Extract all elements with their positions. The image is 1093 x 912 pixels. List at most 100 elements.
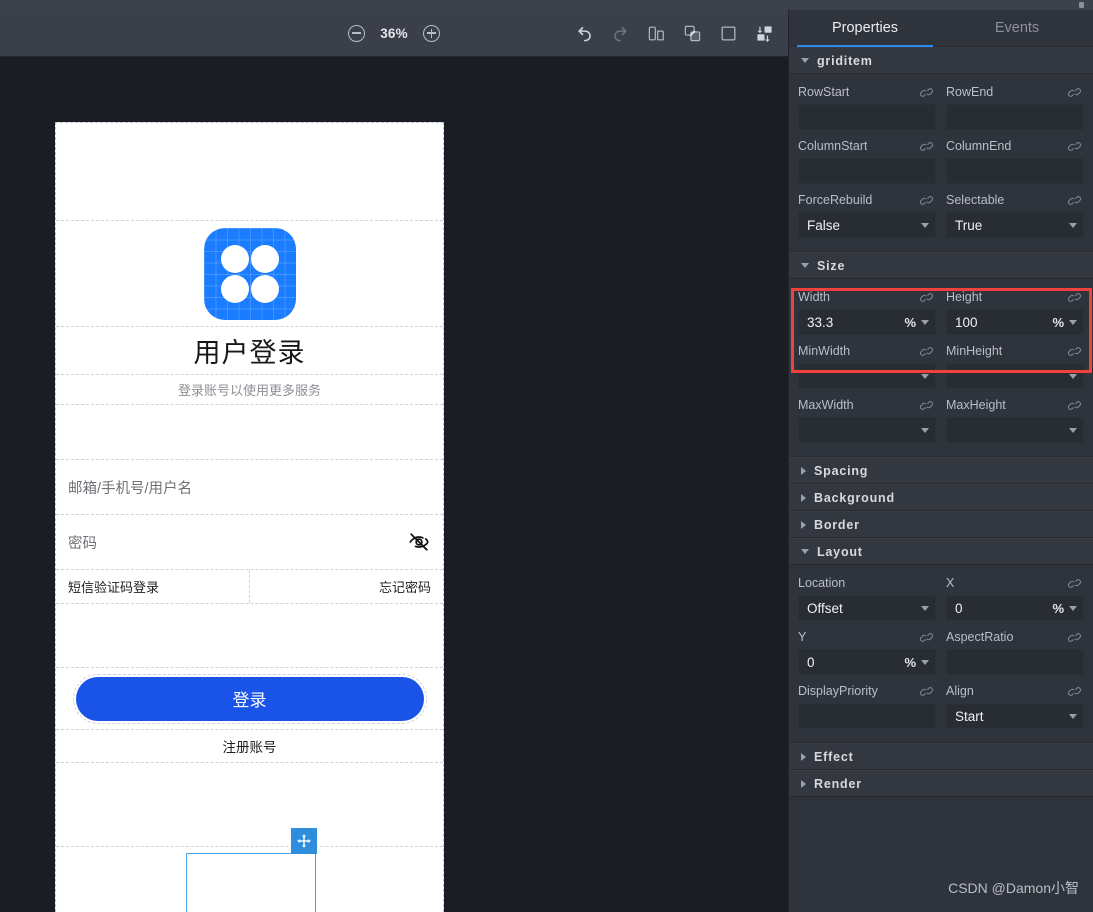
section-header-background[interactable]: Background bbox=[789, 484, 1093, 511]
property-input-forcerebuild[interactable]: False bbox=[798, 212, 936, 238]
link-shapes-icon[interactable] bbox=[677, 19, 707, 47]
property-label-width: Width bbox=[798, 290, 830, 304]
zoom-in-icon[interactable] bbox=[423, 25, 440, 42]
link-binding-icon[interactable] bbox=[1067, 291, 1082, 304]
property-input-aspectratio[interactable] bbox=[946, 649, 1084, 675]
register-link[interactable]: 注册账号 bbox=[56, 730, 443, 763]
property-input-rowend[interactable] bbox=[946, 104, 1084, 130]
tab-events[interactable]: Events bbox=[941, 10, 1093, 46]
property-label-forcerebuild: ForceRebuild bbox=[798, 193, 872, 207]
field-spacer bbox=[946, 443, 1084, 447]
zoom-out-icon[interactable] bbox=[348, 25, 365, 42]
property-label-row: Y bbox=[798, 625, 936, 649]
design-canvas[interactable]: 用户登录 登录账号以使用更多服务 邮箱/手机号/用户名 密码 bbox=[0, 57, 788, 912]
chevron-down-icon[interactable] bbox=[921, 374, 929, 379]
property-selectable: SelectableTrue bbox=[946, 188, 1084, 242]
property-label-row: Height bbox=[946, 285, 1084, 309]
phone-links-row: 短信验证码登录 忘记密码 bbox=[56, 570, 443, 604]
link-binding-icon[interactable] bbox=[1067, 399, 1082, 412]
link-binding-icon[interactable] bbox=[919, 399, 934, 412]
link-binding-icon[interactable] bbox=[919, 86, 934, 99]
section-header-griditem[interactable]: griditem bbox=[789, 47, 1093, 74]
link-binding-icon[interactable] bbox=[919, 291, 934, 304]
undo-icon[interactable] bbox=[569, 19, 599, 47]
chevron-down-icon[interactable] bbox=[1069, 714, 1077, 719]
link-binding-icon[interactable] bbox=[1067, 194, 1082, 207]
section-body-griditem: RowStartRowEndColumnStartColumnEndForceR… bbox=[789, 74, 1093, 252]
property-input-rowstart[interactable] bbox=[798, 104, 936, 130]
link-binding-icon[interactable] bbox=[1067, 577, 1082, 590]
chevron-right-icon bbox=[801, 753, 806, 761]
link-binding-icon[interactable] bbox=[1067, 345, 1082, 358]
chevron-down-icon[interactable] bbox=[921, 660, 929, 665]
property-input-width[interactable]: 33.3% bbox=[798, 309, 936, 335]
section-header-border[interactable]: Border bbox=[789, 511, 1093, 538]
section-header-effect[interactable]: Effect bbox=[789, 743, 1093, 770]
move-handle-icon[interactable] bbox=[291, 828, 317, 854]
property-label-row: ForceRebuild bbox=[798, 188, 936, 212]
selection-box[interactable] bbox=[186, 853, 316, 912]
section-body-size: Width33.3%Height100%MinWidthMinHeightMax… bbox=[789, 279, 1093, 457]
link-binding-icon[interactable] bbox=[1067, 86, 1082, 99]
property-input-location[interactable]: Offset bbox=[798, 595, 936, 621]
link-binding-icon[interactable] bbox=[1067, 140, 1082, 153]
property-input-maxwidth[interactable] bbox=[798, 417, 936, 443]
chevron-down-icon[interactable] bbox=[1069, 606, 1077, 611]
username-placeholder: 邮箱/手机号/用户名 bbox=[68, 477, 192, 498]
chevron-down-icon[interactable] bbox=[1069, 428, 1077, 433]
login-button[interactable]: 登录 bbox=[76, 677, 424, 721]
property-label-row: Location bbox=[798, 571, 936, 595]
chevron-down-icon[interactable] bbox=[1069, 320, 1077, 325]
field-spacer bbox=[946, 238, 1084, 242]
section-header-layout[interactable]: Layout bbox=[789, 538, 1093, 565]
property-input-minheight[interactable] bbox=[946, 363, 1084, 389]
property-input-x[interactable]: 0% bbox=[946, 595, 1084, 621]
link-binding-icon[interactable] bbox=[919, 140, 934, 153]
chevron-down-icon[interactable] bbox=[921, 606, 929, 611]
property-input-columnstart[interactable] bbox=[798, 158, 936, 184]
link-binding-icon[interactable] bbox=[1067, 631, 1082, 644]
property-label-y: Y bbox=[798, 630, 806, 644]
username-field[interactable]: 邮箱/手机号/用户名 bbox=[56, 460, 443, 515]
property-input-y[interactable]: 0% bbox=[798, 649, 936, 675]
property-input-height[interactable]: 100% bbox=[946, 309, 1084, 335]
chevron-down-icon[interactable] bbox=[921, 428, 929, 433]
panel-sections[interactable]: griditemRowStartRowEndColumnStartColumnE… bbox=[789, 47, 1093, 912]
property-value-align: Start bbox=[955, 709, 1069, 724]
chevron-down-icon[interactable] bbox=[921, 320, 929, 325]
section-title: Effect bbox=[814, 750, 854, 764]
section-header-render[interactable]: Render bbox=[789, 770, 1093, 797]
property-input-columnend[interactable] bbox=[946, 158, 1084, 184]
link-binding-icon[interactable] bbox=[1067, 685, 1082, 698]
property-input-align[interactable]: Start bbox=[946, 703, 1084, 729]
redo-icon[interactable] bbox=[605, 19, 635, 47]
password-field[interactable]: 密码 bbox=[56, 515, 443, 570]
eye-off-icon[interactable] bbox=[407, 530, 431, 554]
frame-icon[interactable] bbox=[713, 19, 743, 47]
property-unit-height: % bbox=[1052, 315, 1064, 330]
chevron-down-icon[interactable] bbox=[1069, 223, 1077, 228]
link-binding-icon[interactable] bbox=[919, 345, 934, 358]
sms-login-link[interactable]: 短信验证码登录 bbox=[56, 570, 250, 603]
link-binding-icon[interactable] bbox=[919, 685, 934, 698]
property-input-displaypriority[interactable] bbox=[798, 703, 936, 729]
tab-properties[interactable]: Properties bbox=[789, 10, 941, 46]
property-input-minwidth[interactable] bbox=[798, 363, 936, 389]
link-binding-icon[interactable] bbox=[919, 194, 934, 207]
scrollbar-thumb[interactable] bbox=[1079, 2, 1084, 8]
arrange-icon[interactable] bbox=[749, 19, 779, 47]
phone-subtitle-row: 登录账号以使用更多服务 bbox=[56, 375, 443, 405]
link-binding-icon[interactable] bbox=[919, 631, 934, 644]
device-preview-icon[interactable] bbox=[641, 19, 671, 47]
property-input-selectable[interactable]: True bbox=[946, 212, 1084, 238]
property-value-selectable: True bbox=[955, 218, 1069, 233]
chevron-down-icon bbox=[801, 549, 809, 554]
section-header-size[interactable]: Size bbox=[789, 252, 1093, 279]
forgot-password-link[interactable]: 忘记密码 bbox=[250, 570, 443, 603]
chevron-down-icon[interactable] bbox=[1069, 374, 1077, 379]
chevron-down-icon[interactable] bbox=[921, 223, 929, 228]
property-input-maxheight[interactable] bbox=[946, 417, 1084, 443]
property-forcerebuild: ForceRebuild False bbox=[798, 188, 936, 242]
section-header-spacing[interactable]: Spacing bbox=[789, 457, 1093, 484]
property-rowstart: RowStart bbox=[798, 80, 936, 134]
